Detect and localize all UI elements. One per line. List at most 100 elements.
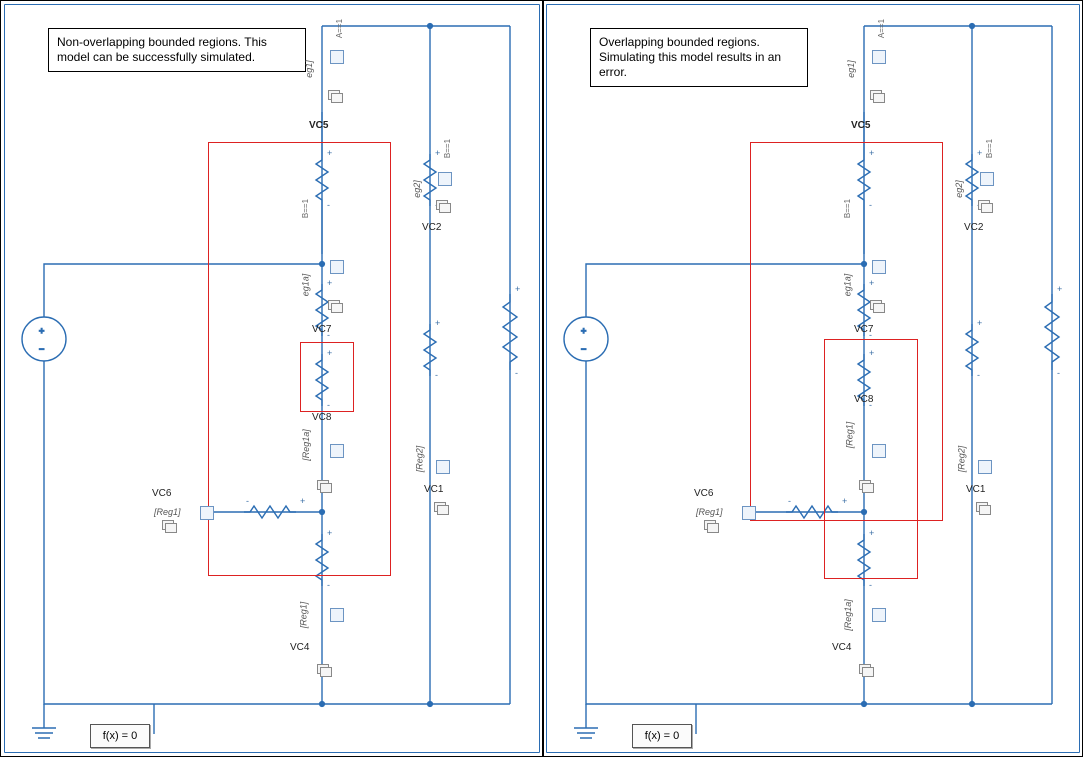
svg-text:+: + [581, 326, 586, 336]
lbl-VC2: VC2 [422, 222, 441, 233]
goto-block-7 [436, 460, 450, 474]
r-lbl-Reg1: [Reg1] [696, 507, 723, 517]
r-subsys-6 [859, 664, 873, 676]
lbl-Reg1a: [Reg1a] [301, 429, 311, 461]
vertical-divider [542, 1, 544, 756]
svg-text:+: + [327, 278, 332, 288]
svg-text:+: + [869, 278, 874, 288]
subsys-icon-4 [317, 480, 331, 492]
svg-text:+: + [39, 326, 44, 336]
lbl-A: A==1 [335, 19, 344, 38]
svg-text:-: - [788, 496, 791, 506]
r-subsys-4 [859, 480, 873, 492]
svg-text:+: + [327, 528, 332, 538]
svg-text:-: - [869, 200, 872, 210]
svg-text:-: - [515, 368, 518, 378]
r-subsys-2 [978, 200, 992, 212]
svg-text:-: - [1057, 368, 1060, 378]
svg-text:+: + [869, 148, 874, 158]
svg-text:+: + [327, 348, 332, 358]
svg-text:+: + [435, 148, 440, 158]
r-goto-3 [872, 260, 886, 274]
subsys-icon-2 [436, 200, 450, 212]
fx-label-r: f(x) = 0 [645, 730, 680, 742]
r-goto-6 [872, 608, 886, 622]
r-lbl-VC8: VC8 [854, 394, 873, 405]
lbl-Reg1: [Reg1] [154, 507, 181, 517]
right-circuit-svg: + − [546, 4, 1080, 754]
lbl-Reg1b: [Reg1] [298, 602, 308, 629]
svg-text:+: + [300, 496, 305, 506]
goto-block-6 [330, 608, 344, 622]
r-subsys-7 [976, 502, 990, 514]
goto-block-4 [330, 444, 344, 458]
r-lbl-VC6: VC6 [694, 488, 713, 499]
r-goto-7 [978, 460, 992, 474]
lbl-VC1: VC1 [424, 484, 443, 495]
svg-text:-: - [977, 370, 980, 380]
solver-block-left: f(x) = 0 [90, 724, 150, 748]
r-lbl-eg1: eg1] [846, 60, 856, 78]
r-lbl-VC4: VC4 [832, 642, 851, 653]
r-lbl-Reg1a: [Reg1a] [843, 599, 853, 631]
svg-text:+: + [977, 318, 982, 328]
svg-text:-: - [327, 580, 330, 590]
lbl-VC4: VC4 [290, 642, 309, 653]
lbl-VC8: VC8 [312, 412, 331, 423]
fx-label: f(x) = 0 [103, 730, 138, 742]
r-goto-2 [980, 172, 994, 186]
svg-text:+: + [435, 318, 440, 328]
right-panel: Overlapping bounded regions. Simulating … [546, 4, 1080, 753]
r-lbl-VC2: VC2 [964, 222, 983, 233]
svg-text:-: - [327, 400, 330, 410]
r-lbl-Bl: B==1 [843, 199, 852, 218]
svg-text:+: + [977, 148, 982, 158]
lbl-eg2: eg2] [412, 180, 422, 198]
r-lbl-eg2: eg2] [954, 180, 964, 198]
r-lbl-VC1: VC1 [966, 484, 985, 495]
svg-text:+: + [1057, 284, 1062, 294]
subsys-icon-6 [317, 664, 331, 676]
subsys-icon [328, 90, 342, 102]
lbl-Reg2: [Reg2] [414, 446, 424, 473]
svg-text:-: - [327, 200, 330, 210]
svg-text:+: + [869, 528, 874, 538]
goto-block [330, 50, 344, 64]
lbl-eg1: eg1] [304, 60, 314, 78]
subsys-icon-5 [162, 520, 176, 532]
svg-text:-: - [435, 370, 438, 380]
r-lbl-eg1a: eg1a] [842, 274, 852, 297]
left-panel: Non-overlapping bounded regions. This mo… [4, 4, 540, 753]
left-circuit-svg: + − [4, 4, 540, 754]
subsys-icon-7 [434, 502, 448, 514]
lbl-VC5: VC5 [309, 120, 328, 131]
lbl-eg1a: eg1a] [300, 274, 310, 297]
svg-text:−: − [39, 344, 44, 354]
r-subsys-3 [870, 300, 884, 312]
r-subsys-1 [870, 90, 884, 102]
subsys-icon-3 [328, 300, 342, 312]
lbl-Br: B==1 [443, 139, 452, 158]
solver-block-right: f(x) = 0 [632, 724, 692, 748]
r-lbl-A: A==1 [877, 19, 886, 38]
svg-text:-: - [246, 496, 249, 506]
svg-text:+: + [515, 284, 520, 294]
r-goto-5 [742, 506, 756, 520]
lbl-VC7: VC7 [312, 324, 331, 335]
r-goto-4 [872, 444, 886, 458]
svg-text:+: + [842, 496, 847, 506]
diagram-canvas: Non-overlapping bounded regions. This mo… [0, 0, 1083, 757]
r-lbl-Reg1c: [Reg1] [844, 422, 854, 449]
r-goto-1 [872, 50, 886, 64]
r-lbl-VC5: VC5 [851, 120, 870, 131]
lbl-Bl: B==1 [301, 199, 310, 218]
r-lbl-Reg2: [Reg2] [956, 446, 966, 473]
goto-block-5 [200, 506, 214, 520]
svg-text:−: − [581, 344, 586, 354]
r-lbl-Br: B==1 [985, 139, 994, 158]
r-subsys-5 [704, 520, 718, 532]
svg-text:-: - [869, 580, 872, 590]
goto-block-2 [438, 172, 452, 186]
r-lbl-VC7: VC7 [854, 324, 873, 335]
svg-text:+: + [327, 148, 332, 158]
